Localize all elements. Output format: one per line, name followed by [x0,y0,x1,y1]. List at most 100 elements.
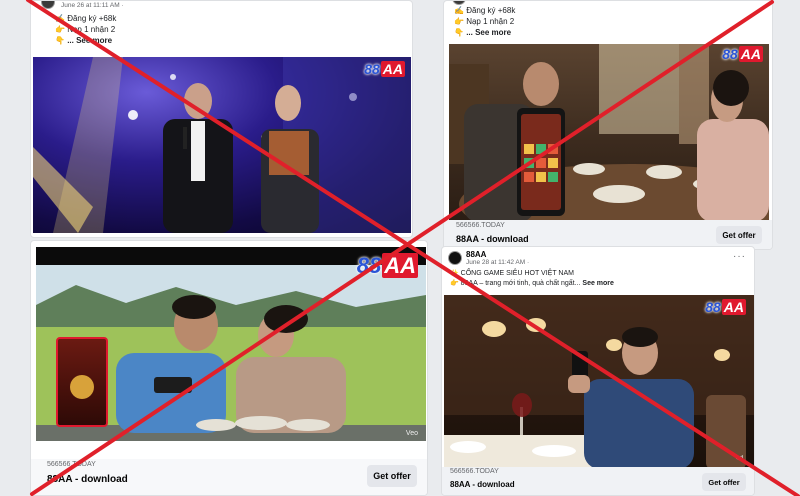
post-timestamp[interactable]: June 28 at 11:42 AM · [466,259,529,266]
avatar[interactable] [448,251,462,265]
dish [573,163,605,175]
page-name[interactable]: 88AA [466,250,486,259]
brand-logo-88aa: 88 AA [705,299,746,315]
wall-lamp [526,318,546,332]
see-more-link[interactable]: ... See more [67,36,112,45]
get-offer-button[interactable]: Get offer [702,473,746,491]
plate [532,445,576,457]
stage-scene [33,57,411,233]
veo-watermark: Veo [405,430,418,437]
avatar[interactable] [41,1,55,9]
game-tile [524,144,534,154]
promo-coin [70,375,94,399]
post-line-2: 👉 88AA – trang mới tinh, quà chất ngất..… [450,280,614,287]
post-text: ✨ CỔNG GAME SIÊU HOT VIỆT NAM 👉 88AA – t… [450,269,614,289]
ad-image-restaurant[interactable]: 88 AA ◁ [444,295,754,469]
post-header: June 26 at 11:11 AM · ✍ Đăng ký +68k 👉 N… [31,1,412,57]
wall-lamp [482,321,506,337]
post-text: ✍ Đăng ký +68k 👉 Nạp 1 nhận 2 👇 ... See … [55,13,116,46]
pen-icon: ✍ [454,6,467,15]
hand-icon: 👇 [454,28,467,37]
sparkle-icon: ✨ [450,270,461,277]
woman-head [275,85,301,121]
hand-icon: 👉 [454,17,467,26]
microphone [183,127,187,149]
ad-image-stage[interactable]: 88 AA [33,57,411,233]
dish [286,419,330,431]
ad-post-4: 88AA June 28 at 11:42 AM · ··· ✨ CỔNG GA… [441,246,755,496]
wall-lamp [606,339,622,351]
game-tile [524,158,534,168]
woman-hair [713,70,749,106]
man-hand [568,375,590,393]
man-shirt [191,121,205,181]
post-line-1: ✍ Đăng ký +68k [454,6,516,15]
plate [450,441,486,453]
ad-domain: 566566.TODAY [450,468,499,475]
ad-post-2: ✍ Đăng ký +68k 👉 Nạp 1 nhận 2 👇 ... See … [443,0,773,250]
man-head [523,62,559,106]
ad-domain: 566566.TODAY [47,461,96,468]
post-line-1: ✨ CỔNG GAME SIÊU HOT VIỆT NAM [450,270,574,277]
bowl [196,419,236,431]
ad-title[interactable]: 88AA - download [47,474,128,485]
dinner-scene [449,44,769,222]
ad-post-3: 88 AA Veo 566566.TODAY 88AA - download Ge… [30,240,428,496]
more-options-icon[interactable]: ··· [733,251,746,262]
post-line-3: 👇 ... See more [454,27,515,38]
pen-icon: ✍ [55,14,68,23]
ad-footer[interactable]: 566566.TODAY 88AA - download Get offer [442,467,754,495]
game-tile [536,172,546,182]
post-line-3: 👇 ... See more [55,35,116,46]
hand-icon: 👇 [55,36,68,45]
game-promo-card [56,337,108,427]
game-tile [548,158,558,168]
woman-body [697,119,769,222]
restaurant-scene [444,295,754,469]
mute-icon[interactable]: ◁ [736,453,748,463]
post-header: ✍ Đăng ký +68k 👉 Nạp 1 nhận 2 👇 ... See … [444,1,772,44]
phone [154,377,192,393]
get-offer-button[interactable]: Get offer [367,465,417,487]
brand-logo-88aa: 88 AA [364,61,405,77]
game-tile [548,172,558,182]
wall-lamp [714,349,730,361]
man-hair [172,295,216,319]
brand-logo-88aa: 88 AA [722,46,763,62]
post-line-2: 👉 Nạp 1 nhận 2 [454,17,515,26]
woman-hair [264,305,308,333]
game-tile [536,158,546,168]
bowl [235,416,287,430]
hand-icon: 👉 [450,280,461,287]
window [599,44,679,134]
stage-light [170,74,176,80]
dish [593,185,645,203]
post-line-1: ✍ Đăng ký +68k [55,14,117,23]
game-tile [548,144,558,154]
post-header: 88AA June 28 at 11:42 AM · ··· ✨ CỔNG GA… [442,247,754,295]
ad-footer[interactable]: 566566.TODAY 88AA - download Get offer [31,459,427,495]
wine-glass [512,393,532,417]
man-head [184,83,212,119]
stage-light [128,110,138,120]
ad-title[interactable]: 88AA - download [456,234,529,244]
dish [646,165,682,179]
game-tile [536,144,546,154]
woman-dress-pattern [269,131,309,175]
post-timestamp[interactable]: June 26 at 11:11 AM · [61,2,124,9]
game-tile [524,172,534,182]
ad-footer[interactable]: 566566.TODAY 88AA - download Get offer [444,220,772,249]
post-line-2: 👉 Nạp 1 nhận 2 [55,25,116,34]
ad-title[interactable]: 88AA - download [450,480,515,489]
man-shirt [584,379,694,469]
ad-image-dinner[interactable]: 88 AA [449,44,769,222]
brand-logo-88aa: 88 AA [356,253,418,278]
hand-icon: 👉 [55,25,68,34]
ad-domain: 566566.TODAY [456,222,505,229]
see-more-link[interactable]: ... See more [466,28,511,37]
ad-image-rice-field[interactable]: 88 AA Veo [36,247,426,441]
see-more-link[interactable]: See more [582,280,614,287]
man-hair [622,327,658,347]
get-offer-button[interactable]: Get offer [716,226,762,244]
ad-post-1: June 26 at 11:11 AM · ✍ Đăng ký +68k 👉 N… [30,0,413,238]
